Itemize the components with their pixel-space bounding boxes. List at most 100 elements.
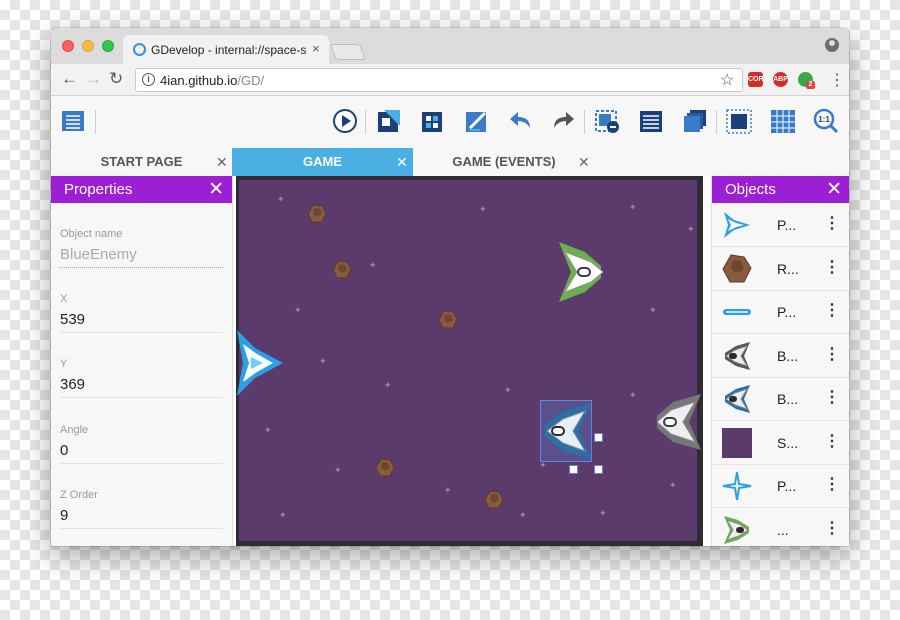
grey-enemy-icon[interactable] — [649, 394, 701, 450]
tab-close-icon[interactable]: ✕ — [216, 148, 228, 176]
redo-icon[interactable] — [550, 108, 576, 134]
url-text: 4ian.github.io/GD/ — [160, 73, 264, 88]
object-item[interactable]: P... ⋮ — [712, 290, 849, 334]
cors-extension-icon[interactable]: CORS — [748, 72, 768, 87]
ipfs-extension-icon[interactable]: 2 — [798, 72, 815, 89]
star-icon: ✦ — [599, 508, 607, 518]
more-options-icon[interactable]: ⋮ — [824, 518, 840, 538]
object-item[interactable]: B... ⋮ — [712, 334, 849, 378]
project-manager-icon[interactable] — [61, 108, 87, 134]
resize-handle[interactable] — [594, 465, 603, 474]
tab-start-page[interactable]: START PAGE ✕ — [51, 148, 232, 176]
rock-icon[interactable] — [438, 310, 458, 330]
minimize-window-button[interactable] — [82, 40, 94, 52]
z-order-input[interactable]: 9 — [60, 507, 223, 529]
star-icon: ✦ — [294, 305, 302, 315]
tab-close-icon[interactable]: ✕ — [578, 148, 590, 176]
tab-game-events[interactable]: GAME (EVENTS) ✕ — [413, 148, 595, 176]
properties-panel: Properties ✕ Object name BlueEnemy X 539… — [51, 176, 233, 546]
object-groups-icon[interactable] — [420, 108, 446, 134]
properties-edit-icon[interactable] — [464, 108, 490, 134]
x-input[interactable]: 539 — [60, 311, 223, 333]
browser-tab-title: GDevelop - internal://space-sh — [151, 43, 306, 57]
layers-icon[interactable] — [682, 108, 708, 134]
adblock-extension-icon[interactable]: ABP — [773, 72, 788, 87]
more-options-icon[interactable]: ⋮ — [824, 300, 840, 320]
close-window-button[interactable] — [62, 40, 74, 52]
properties-close-icon[interactable]: ✕ — [208, 178, 224, 201]
back-arrow-icon[interactable]: ← — [61, 69, 78, 89]
object-item[interactable]: ... ⋮ — [712, 508, 849, 546]
resize-handle[interactable] — [594, 433, 603, 442]
more-options-icon[interactable]: ⋮ — [824, 474, 840, 494]
preview-play-icon[interactable] — [332, 108, 358, 134]
objects-close-icon[interactable]: ✕ — [826, 178, 842, 201]
url-field[interactable]: i 4ian.github.io/GD/ ☆ — [135, 68, 743, 92]
window-mask-icon[interactable] — [726, 108, 752, 134]
y-input[interactable]: 369 — [60, 376, 223, 398]
reload-icon[interactable]: ↻ — [109, 69, 123, 89]
object-item[interactable]: P... ⋮ — [712, 203, 849, 247]
forward-arrow-icon[interactable]: → — [85, 69, 102, 89]
resize-handle[interactable] — [569, 465, 578, 474]
browser-tab-close-icon[interactable]: × — [312, 41, 320, 56]
player-ship-icon[interactable] — [237, 330, 285, 396]
info-icon[interactable]: i — [142, 73, 155, 86]
object-name-field: Object name BlueEnemy — [60, 228, 223, 268]
object-item[interactable]: S... ⋮ — [712, 421, 849, 465]
object-item[interactable]: P... ⋮ — [712, 464, 849, 508]
laser-icon — [723, 309, 751, 315]
profile-icon[interactable] — [825, 38, 839, 52]
rock-icon[interactable] — [307, 204, 327, 224]
star-icon: ✦ — [649, 305, 657, 315]
tab-label: START PAGE — [100, 154, 183, 169]
editor-toolbar: 1:1 — [51, 96, 849, 148]
object-name: B... — [777, 391, 799, 407]
properties-title: Properties — [64, 181, 133, 198]
field-label: X — [60, 293, 68, 305]
delete-selection-icon[interactable] — [594, 108, 620, 134]
z-order-field: Z Order 9 — [60, 489, 223, 529]
objects-header: Objects ✕ — [712, 176, 849, 203]
star-icon: ✦ — [319, 356, 327, 366]
x-field: X 539 — [60, 293, 223, 333]
star-icon: ✦ — [687, 224, 695, 234]
more-options-icon[interactable]: ⋮ — [824, 213, 840, 233]
rock-icon[interactable] — [375, 458, 395, 478]
more-options-icon[interactable]: ⋮ — [824, 257, 840, 277]
more-options-icon[interactable]: ⋮ — [824, 431, 840, 451]
star-icon: ✦ — [479, 204, 487, 214]
rock-icon[interactable] — [332, 260, 352, 280]
star-icon: ✦ — [334, 465, 342, 475]
browser-tab[interactable]: GDevelop - internal://space-sh × — [123, 35, 329, 64]
new-tab-button[interactable] — [330, 44, 366, 60]
browser-tab-strip: GDevelop - internal://space-sh × — [51, 28, 849, 64]
undo-icon[interactable] — [508, 108, 534, 134]
more-options-icon[interactable]: ⋮ — [824, 387, 840, 407]
object-name: S... — [777, 435, 799, 451]
scene-canvas[interactable]: ✦ ✦ ✦ ✦ ✦ ✦ ✦ ✦ ✦ ✦ ✦ ✦ ✦ ✦ ✦ ✦ ✦ ✦ ✦ ✦ — [236, 176, 703, 546]
object-name-input[interactable]: BlueEnemy — [60, 246, 223, 268]
objects-editor-icon[interactable] — [376, 108, 402, 134]
angle-input[interactable]: 0 — [60, 442, 223, 464]
selected-instance-box[interactable] — [540, 400, 592, 462]
tab-game[interactable]: GAME ✕ — [232, 148, 413, 176]
instances-list-icon[interactable] — [638, 108, 664, 134]
maximize-window-button[interactable] — [102, 40, 114, 52]
object-name: P... — [777, 304, 797, 320]
properties-header: Properties ✕ — [51, 176, 232, 203]
tab-close-icon[interactable]: ✕ — [396, 148, 408, 176]
scene-background: ✦ ✦ ✦ ✦ ✦ ✦ ✦ ✦ ✦ ✦ ✦ ✦ ✦ ✦ ✦ ✦ ✦ ✦ ✦ ✦ — [237, 179, 701, 542]
grid-toggle-icon[interactable] — [770, 108, 796, 134]
object-item[interactable]: R... ⋮ — [712, 247, 849, 291]
browser-menu-icon[interactable]: ⋮ — [829, 70, 845, 90]
zoom-reset-icon[interactable]: 1:1 — [813, 108, 839, 134]
bookmark-star-icon[interactable]: ☆ — [720, 70, 734, 90]
green-enemy-icon[interactable] — [555, 242, 607, 302]
object-item[interactable]: B... ⋮ — [712, 377, 849, 421]
rock-icon[interactable] — [484, 490, 504, 510]
rock-icon — [722, 254, 752, 283]
more-options-icon[interactable]: ⋮ — [824, 344, 840, 364]
field-label: Angle — [60, 424, 89, 436]
tab-label: GAME — [303, 154, 342, 169]
